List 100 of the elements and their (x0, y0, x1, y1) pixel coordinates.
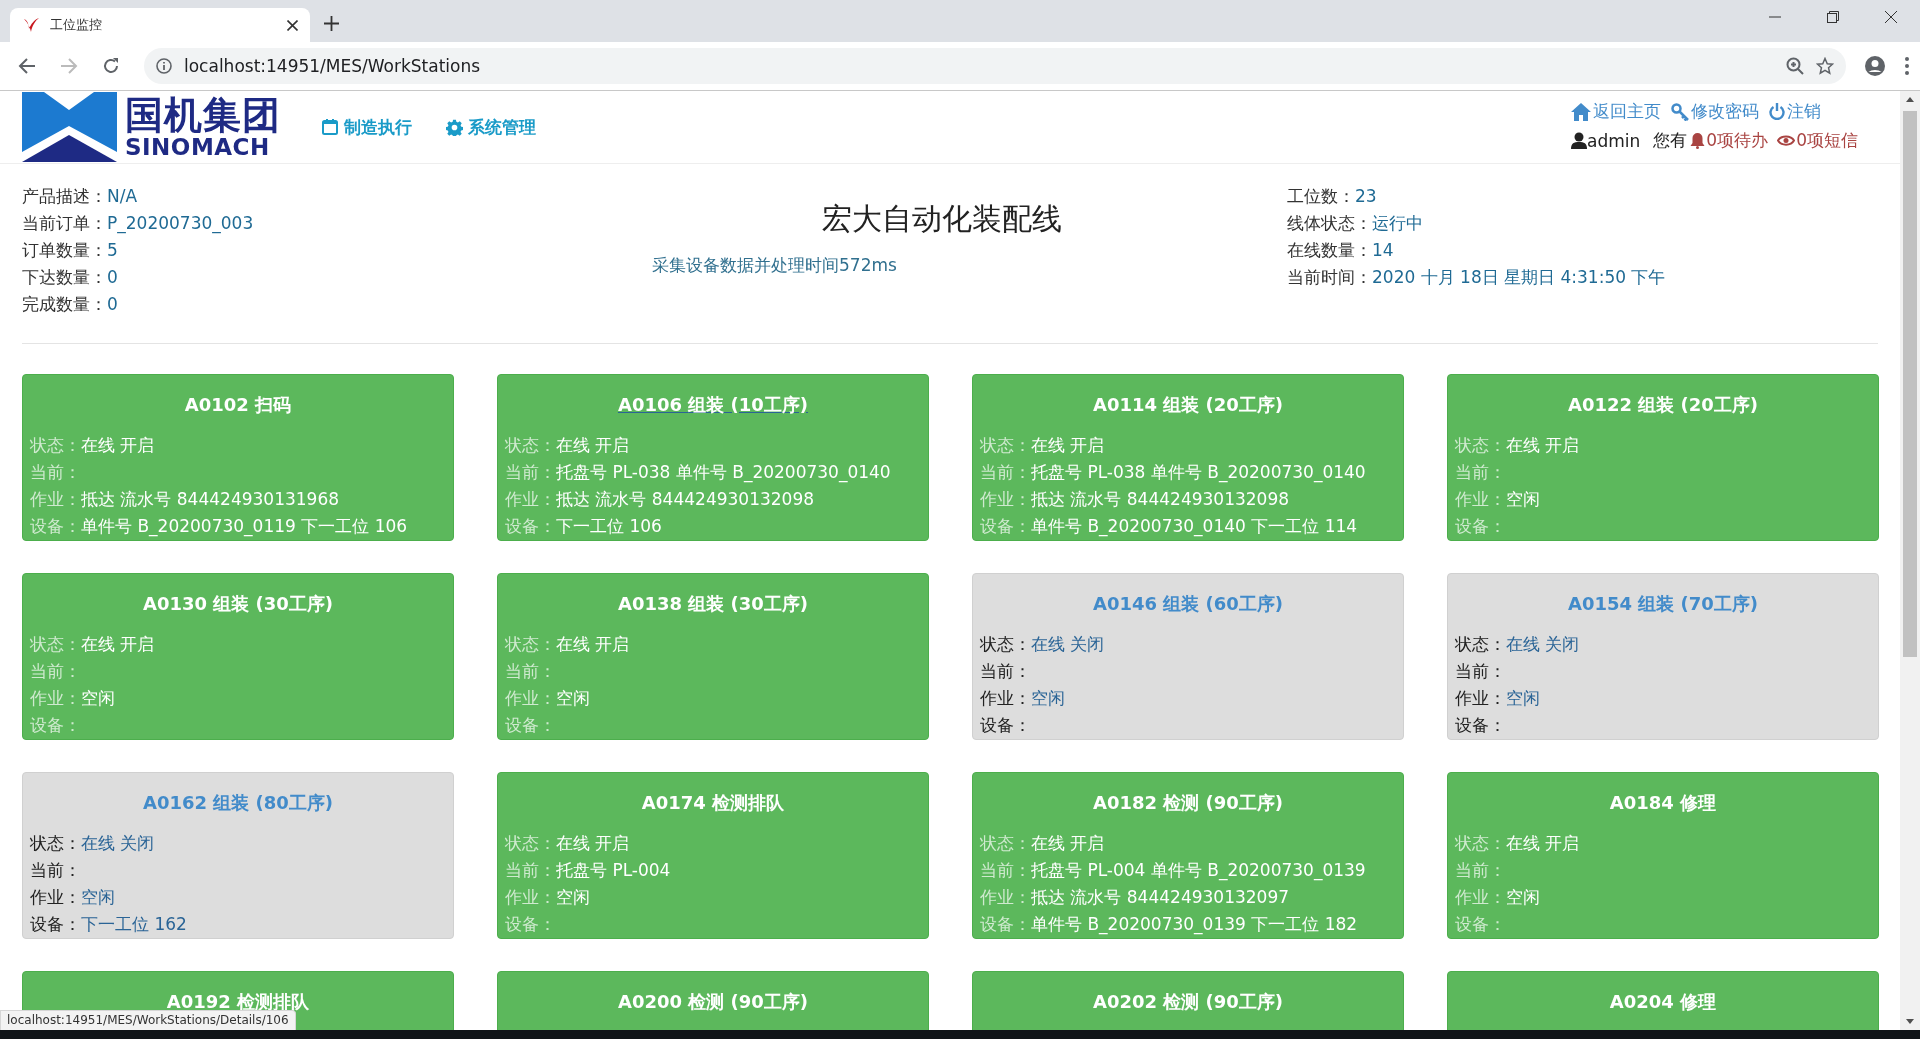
field-label: 作业： (30, 885, 81, 908)
plus-icon[interactable] (324, 16, 339, 31)
field-value: 在线 开启 (1506, 831, 1580, 854)
info-label: 当前时间： (1287, 266, 1372, 289)
header-link[interactable]: 修改密码 (1671, 100, 1760, 123)
station-title-link[interactable]: A0114 组装 (20工序) (1092, 394, 1284, 415)
station-title-link[interactable]: A0122 组装 (20工序) (1567, 394, 1759, 415)
station-title-link[interactable]: A0202 检测 (90工序) (1092, 991, 1284, 1012)
station-title-link[interactable]: A0138 组装 (30工序) (617, 593, 809, 614)
station-title-link[interactable]: A0204 修理 (1609, 991, 1717, 1012)
info-label: 当前订单： (22, 212, 107, 235)
field-value: 在线 关闭 (81, 831, 155, 854)
sms-link[interactable]: 0项短信 (1777, 129, 1858, 152)
url-text: localhost:14951/MES/WorkStations (184, 56, 482, 76)
field-value: 在线 开启 (1031, 433, 1105, 456)
field-label: 当前： (505, 858, 556, 881)
field-value: 抵达 流水号 844424930132098 (1031, 487, 1290, 510)
gear-icon (446, 118, 463, 136)
info-label: 订单数量： (22, 239, 107, 262)
account-icon[interactable] (1864, 55, 1886, 77)
calendar-icon (321, 118, 339, 136)
star-icon[interactable] (1816, 57, 1834, 75)
field-label: 状态： (505, 831, 556, 854)
power-icon (1769, 103, 1786, 120)
close-icon[interactable] (287, 19, 298, 31)
info-label: 产品描述： (22, 185, 107, 208)
field-value: 在线 开启 (556, 433, 630, 456)
menu-icon[interactable] (1904, 56, 1910, 76)
field-label: 状态： (980, 831, 1031, 854)
address-bar[interactable]: localhost:14951/MES/WorkStations (144, 48, 1846, 84)
close-icon[interactable] (1885, 11, 1897, 23)
station-title-link[interactable]: A0106 组装 (10工序) (617, 394, 809, 415)
field-label: 状态： (30, 632, 81, 655)
field-value: 单件号 B_20200730_0139 下一工位 182 (1031, 912, 1358, 935)
field-value: 空闲 (1506, 885, 1540, 908)
field-label: 设备： (30, 514, 81, 537)
info-label: 在线数量： (1287, 239, 1372, 262)
field-label: 设备： (505, 912, 556, 935)
station-title-link[interactable]: A0192 检测排队 (166, 991, 310, 1012)
bell-icon (1690, 132, 1706, 149)
field-label: 作业： (1455, 686, 1506, 709)
back-arrow-icon[interactable] (18, 57, 36, 75)
station-title-link[interactable]: A0102 扫码 (184, 394, 292, 415)
field-label: 当前： (1455, 858, 1506, 881)
browser-tab[interactable]: 工位监控 (10, 8, 310, 42)
field-label: 设备： (505, 713, 556, 736)
info-value: 0 (107, 293, 118, 316)
field-value: 空闲 (1506, 487, 1540, 510)
station-title-link[interactable]: A0182 检测 (90工序) (1092, 792, 1284, 813)
header-link[interactable]: 注销 (1769, 100, 1822, 123)
field-value: 托盘号 PL-038 单件号 B_20200730_0140 (556, 460, 891, 483)
field-value: 托盘号 PL-004 单件号 B_20200730_0139 (1031, 858, 1366, 881)
field-value: 托盘号 PL-004 (556, 858, 671, 881)
info-value: P_20200730_003 (107, 212, 254, 236)
todo-link[interactable]: 0项待办 (1690, 129, 1769, 152)
field-label: 作业： (30, 487, 81, 510)
field-label: 状态： (1455, 433, 1506, 456)
field-value: 空闲 (556, 686, 590, 709)
field-value: 抵达 流水号 844424930132098 (556, 487, 815, 510)
field-label: 设备： (30, 912, 81, 935)
station-title-link[interactable]: A0184 修理 (1609, 792, 1717, 813)
header-link[interactable]: 返回主页 (1571, 100, 1662, 123)
info-label: 线体状态： (1287, 212, 1372, 235)
field-value: 在线 关闭 (1506, 632, 1580, 655)
info-value: 23 (1355, 185, 1377, 208)
info-label: 工位数： (1287, 185, 1355, 208)
nav-link[interactable]: 制造执行 (321, 115, 412, 139)
nav-link[interactable]: 系统管理 (446, 115, 536, 139)
field-label: 设备： (980, 514, 1031, 537)
field-label: 作业： (980, 487, 1031, 510)
field-label: 作业： (505, 686, 556, 709)
station-title-link[interactable]: A0200 检测 (90工序) (617, 991, 809, 1012)
scrollbar[interactable] (1900, 91, 1920, 1030)
logo-text: SINOMACH (125, 135, 270, 159)
info-icon (156, 58, 172, 74)
info-value: 运行中 (1372, 212, 1423, 235)
station-title-link[interactable]: A0146 组装 (60工序) (1092, 593, 1284, 614)
logo-text: 国机集团 (125, 95, 281, 134)
field-label: 作业： (30, 686, 81, 709)
field-label: 当前： (30, 858, 81, 881)
field-label: 当前： (30, 460, 81, 483)
reload-icon[interactable] (102, 57, 120, 75)
field-label: 设备： (1455, 713, 1506, 736)
station-title-link[interactable]: A0130 组装 (30工序) (142, 593, 334, 614)
field-label: 作业： (980, 885, 1031, 908)
field-label: 当前： (30, 659, 81, 682)
station-title-link[interactable]: A0154 组装 (70工序) (1567, 593, 1759, 614)
field-label: 当前： (505, 460, 556, 483)
restore-icon[interactable] (1827, 11, 1839, 23)
station-title-link[interactable]: A0174 检测排队 (641, 792, 785, 813)
field-label: 当前： (980, 460, 1031, 483)
home-icon (1571, 102, 1592, 121)
field-value: 下一工位 162 (81, 912, 187, 935)
field-label: 当前： (980, 659, 1031, 682)
field-label: 作业： (1455, 487, 1506, 510)
zoom-icon[interactable] (1786, 57, 1804, 75)
field-label: 作业： (980, 686, 1031, 709)
notice-text: 您有 (1653, 129, 1688, 152)
info-label: 完成数量： (22, 293, 107, 316)
station-title-link[interactable]: A0162 组装 (80工序) (142, 792, 334, 813)
